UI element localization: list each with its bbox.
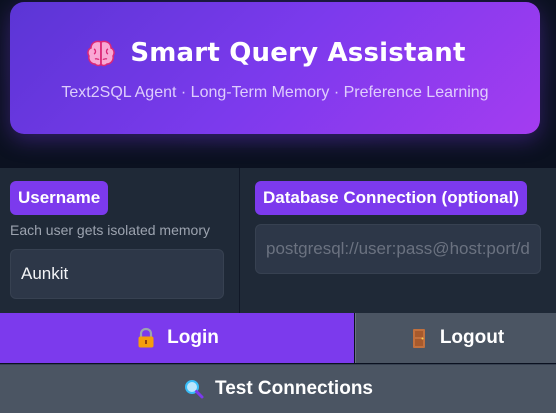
column-divider bbox=[239, 168, 240, 313]
door-icon bbox=[408, 327, 430, 349]
logout-button[interactable]: Logout bbox=[355, 313, 556, 363]
test-connections-label: Test Connections bbox=[215, 378, 373, 399]
magnifier-icon bbox=[183, 378, 205, 400]
brain-icon bbox=[84, 36, 118, 70]
username-label: Username bbox=[10, 181, 109, 215]
username-input[interactable] bbox=[10, 249, 224, 299]
db-connection-input[interactable] bbox=[255, 224, 541, 274]
db-connection-label: Database Connection (optional) bbox=[255, 181, 527, 215]
login-button[interactable]: Login bbox=[0, 313, 354, 363]
hero-title-row: Smart Query Assistant bbox=[10, 36, 540, 70]
lock-icon bbox=[135, 327, 157, 349]
test-connections-button[interactable]: Test Connections bbox=[0, 364, 556, 413]
hero-banner: Smart Query Assistant Text2SQL Agent · L… bbox=[10, 2, 540, 134]
app-subtitle: Text2SQL Agent · Long-Term Memory · Pref… bbox=[61, 84, 489, 101]
app-title: Smart Query Assistant bbox=[130, 38, 466, 68]
logout-label: Logout bbox=[439, 327, 505, 348]
username-hint: Each user gets isolated memory bbox=[10, 222, 210, 238]
login-label: Login bbox=[167, 327, 219, 348]
